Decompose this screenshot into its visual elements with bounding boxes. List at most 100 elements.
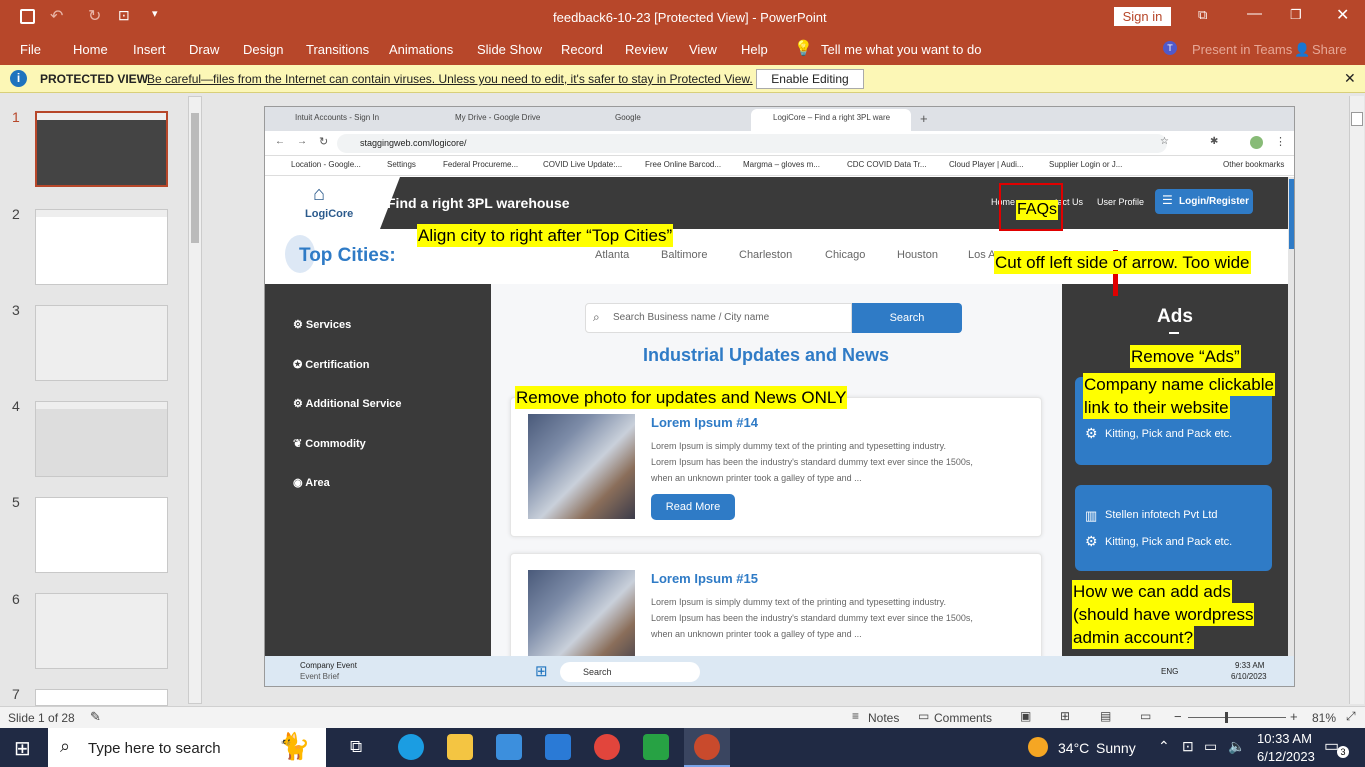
slide-thumbnail[interactable]: [35, 593, 168, 669]
bookmark[interactable]: Supplier Login or J...: [1049, 160, 1122, 169]
slide-thumbnail[interactable]: [35, 497, 168, 573]
read-more-button[interactable]: Read More: [651, 494, 735, 520]
restore-icon[interactable]: ❐: [1290, 7, 1302, 23]
windows-icon[interactable]: ⊞: [535, 662, 548, 680]
tab-insert[interactable]: Insert: [133, 42, 166, 57]
zoom-slider-thumb[interactable]: [1225, 712, 1228, 723]
browser-tab[interactable]: Google: [615, 113, 641, 133]
close-bar-icon[interactable]: ✕: [1344, 70, 1356, 87]
sidebar-item-commodity[interactable]: ❦ Commodity⌄: [293, 435, 536, 450]
annotation-remove-photo[interactable]: Remove photo for updates and News ONLY: [515, 386, 848, 409]
notes-button[interactable]: Notes: [868, 711, 899, 725]
extension-icon[interactable]: ✱: [1210, 136, 1218, 147]
sidebar-item-additional-service[interactable]: ⚙ Additional Service⌄: [293, 395, 572, 410]
tab-draw[interactable]: Draw: [189, 42, 219, 57]
annotation-remove-ads[interactable]: Remove “Ads”: [1130, 345, 1241, 368]
slide-thumbnail[interactable]: [35, 209, 168, 285]
comments-button[interactable]: Comments: [934, 711, 992, 725]
normal-view-icon[interactable]: ▣: [1020, 709, 1031, 723]
news-title[interactable]: Lorem Ipsum #14: [651, 415, 758, 430]
city-link[interactable]: Baltimore: [661, 249, 707, 261]
browser-tab[interactable]: My Drive - Google Drive: [455, 113, 540, 133]
file-explorer-icon[interactable]: [447, 734, 473, 760]
back-icon[interactable]: ←: [275, 136, 285, 147]
annotation-add-ads[interactable]: admin account?: [1072, 626, 1195, 649]
inner-search[interactable]: [560, 662, 700, 682]
city-link[interactable]: Charleston: [739, 249, 792, 261]
tab-file[interactable]: File: [20, 42, 41, 57]
city-link[interactable]: Los A: [968, 249, 996, 261]
annotation-company-link[interactable]: link to their website: [1083, 396, 1230, 419]
ribbon-display-icon[interactable]: ⧉: [1198, 7, 1207, 23]
fit-slide-icon[interactable]: ⤢: [1346, 709, 1356, 724]
tab-home[interactable]: Home: [73, 42, 108, 57]
bookmark[interactable]: Cloud Player | Audi...: [949, 160, 1024, 169]
annotation-add-ads[interactable]: How we can add ads: [1072, 580, 1232, 603]
tab-slide-show[interactable]: Slide Show: [477, 42, 542, 57]
network-icon[interactable]: ⊡: [1182, 738, 1194, 755]
bookmark[interactable]: CDC COVID Data Tr...: [847, 160, 927, 169]
enable-editing-button[interactable]: Enable Editing: [756, 69, 864, 89]
news-title[interactable]: Lorem Ipsum #15: [651, 571, 758, 586]
edge-icon[interactable]: [398, 734, 424, 760]
windows-start-icon[interactable]: ⊞: [14, 736, 31, 761]
display-icon[interactable]: ▭: [1204, 738, 1217, 755]
customize-toolbar-icon[interactable]: ▾: [152, 7, 158, 20]
bookmark[interactable]: Margma – gloves m...: [743, 160, 820, 169]
zoom-level[interactable]: 81%: [1312, 711, 1336, 725]
tab-animations[interactable]: Animations: [389, 42, 453, 57]
forward-icon[interactable]: →: [297, 136, 307, 147]
annotation-company-link[interactable]: Company name clickable: [1083, 373, 1275, 396]
other-bookmarks[interactable]: Other bookmarks: [1223, 160, 1284, 169]
minimize-icon[interactable]: —: [1247, 5, 1262, 22]
thumbnail-scrollbar[interactable]: [188, 96, 202, 704]
annotation-align-city[interactable]: Align city to right after “Top Cities”: [417, 224, 674, 247]
slide-scrollbar[interactable]: [1349, 96, 1364, 704]
redo-icon[interactable]: ↻: [88, 6, 101, 26]
taskbar-date[interactable]: 6/12/2023: [1257, 749, 1315, 764]
slide-thumbnail[interactable]: [35, 401, 168, 477]
browser-tab[interactable]: Intuit Accounts - Sign In: [295, 113, 379, 133]
accessibility-icon[interactable]: ✎: [90, 709, 101, 725]
sidebar-item-certification[interactable]: ✪ Certification⌄: [293, 356, 539, 371]
city-link[interactable]: Atlanta: [595, 249, 629, 261]
tab-transitions[interactable]: Transitions: [306, 42, 369, 57]
star-icon[interactable]: ☆: [1160, 136, 1169, 147]
mail-icon[interactable]: [545, 734, 571, 760]
bookmark[interactable]: Settings: [387, 160, 416, 169]
tab-record[interactable]: Record: [561, 42, 603, 57]
undo-icon[interactable]: ↶: [50, 6, 63, 26]
bookmark[interactable]: Free Online Barcod...: [645, 160, 721, 169]
browser-tab[interactable]: LogiCore – Find a right 3PL ware: [773, 113, 890, 133]
share-button[interactable]: Share: [1312, 42, 1347, 57]
search-button[interactable]: Search: [852, 303, 962, 333]
nav-user-profile[interactable]: User Profile: [1097, 197, 1144, 207]
weather-condition[interactable]: Sunny: [1096, 740, 1136, 756]
reading-view-icon[interactable]: ▤: [1100, 709, 1111, 723]
slide-canvas[interactable]: Intuit Accounts - Sign In My Drive - Goo…: [264, 106, 1295, 687]
slide-thumbnail[interactable]: [35, 111, 168, 187]
reload-icon[interactable]: ↻: [319, 135, 328, 148]
volume-icon[interactable]: 🔈: [1228, 738, 1245, 755]
new-tab-icon[interactable]: +: [920, 111, 928, 126]
city-link[interactable]: Chicago: [825, 249, 865, 261]
menu-icon[interactable]: ⋮: [1275, 135, 1286, 148]
chrome-icon[interactable]: [594, 734, 620, 760]
presenter-icon[interactable]: ⊡: [118, 7, 130, 24]
bookmark[interactable]: Location - Google...: [291, 160, 361, 169]
slide-thumbnail[interactable]: [35, 305, 168, 381]
annotation-cut-arrow[interactable]: Cut off left side of arrow. Too wide: [994, 251, 1251, 274]
city-link[interactable]: Houston: [897, 249, 938, 261]
close-icon[interactable]: ✕: [1336, 5, 1349, 25]
zoom-slider[interactable]: [1188, 717, 1286, 718]
tab-design[interactable]: Design: [243, 42, 283, 57]
annotation-faqs[interactable]: FAQs: [1016, 200, 1059, 220]
zoom-out-icon[interactable]: −: [1174, 709, 1182, 724]
present-in-teams-button[interactable]: Present in Teams: [1192, 42, 1292, 57]
save-icon[interactable]: [20, 9, 35, 24]
tab-help[interactable]: Help: [741, 42, 768, 57]
sign-in-button[interactable]: Sign in: [1114, 7, 1171, 26]
chevron-up-icon[interactable]: ⌃: [1158, 738, 1170, 755]
chat-icon[interactable]: [643, 734, 669, 760]
tab-review[interactable]: Review: [625, 42, 668, 57]
